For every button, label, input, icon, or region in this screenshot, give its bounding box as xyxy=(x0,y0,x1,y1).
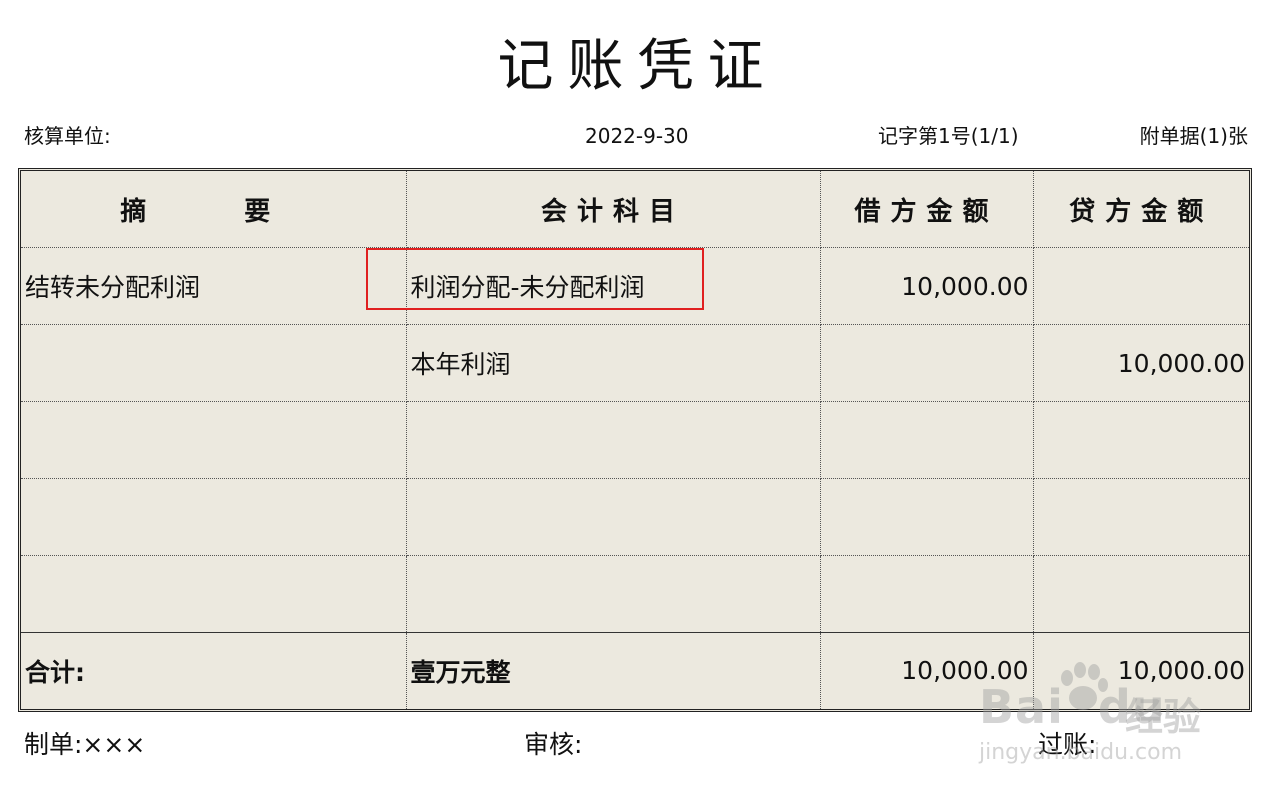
account-cell[interactable] xyxy=(405,401,821,479)
summary-cell[interactable]: 结转未分配利润 xyxy=(21,247,407,326)
prepared-by: 制单:××× xyxy=(24,730,146,759)
summary-cell[interactable] xyxy=(21,401,407,479)
table-row xyxy=(21,477,1249,556)
summary-cell[interactable] xyxy=(21,554,407,633)
credit-cell[interactable]: 10,000.00 xyxy=(1032,324,1249,403)
voucher-number: 记字第1号(1/1) xyxy=(878,124,1019,148)
summary-cell[interactable] xyxy=(21,324,407,403)
accounting-unit-label: 核算单位: xyxy=(24,124,111,148)
table-row: 本年利润 10,000.00 xyxy=(21,324,1249,403)
debit-cell[interactable] xyxy=(819,477,1034,556)
debit-cell[interactable]: 10,000.00 xyxy=(819,247,1034,326)
total-label: 合计: xyxy=(21,631,407,709)
debit-cell[interactable] xyxy=(819,401,1034,479)
attachment-count: 附单据(1)张 xyxy=(1139,124,1248,148)
total-credit: 10,000.00 xyxy=(1032,631,1249,709)
credit-cell[interactable] xyxy=(1032,401,1249,479)
account-cell[interactable] xyxy=(405,554,821,633)
voucher-date: 2022-9-30 xyxy=(585,124,689,148)
total-amount-in-words: 壹万元整 xyxy=(405,631,821,709)
total-debit: 10,000.00 xyxy=(819,631,1034,709)
table-row xyxy=(21,401,1249,479)
credit-cell[interactable] xyxy=(1032,477,1249,556)
table-header-row: 摘 要 会计科目 借方金额 贷方金额 xyxy=(21,171,1249,249)
account-cell[interactable] xyxy=(405,477,821,556)
voucher-title: 记账凭证 xyxy=(497,34,778,99)
column-header-credit: 贷方金额 xyxy=(1032,171,1249,249)
table-row xyxy=(21,554,1249,633)
summary-cell[interactable] xyxy=(21,477,407,556)
account-cell[interactable]: 本年利润 xyxy=(405,324,821,403)
column-header-account: 会计科目 xyxy=(405,171,821,249)
debit-cell[interactable] xyxy=(819,324,1034,403)
total-row: 合计: 壹万元整 10,000.00 10,000.00 xyxy=(21,631,1249,709)
highlight-annotation-box xyxy=(366,248,704,310)
reviewed-by: 审核: xyxy=(524,730,583,759)
column-header-summary: 摘 要 xyxy=(21,171,407,249)
credit-cell[interactable] xyxy=(1032,554,1249,633)
posted-by: 过账: xyxy=(1038,730,1097,759)
credit-cell[interactable] xyxy=(1032,247,1249,326)
debit-cell[interactable] xyxy=(819,554,1034,633)
column-header-debit: 借方金额 xyxy=(819,171,1034,249)
